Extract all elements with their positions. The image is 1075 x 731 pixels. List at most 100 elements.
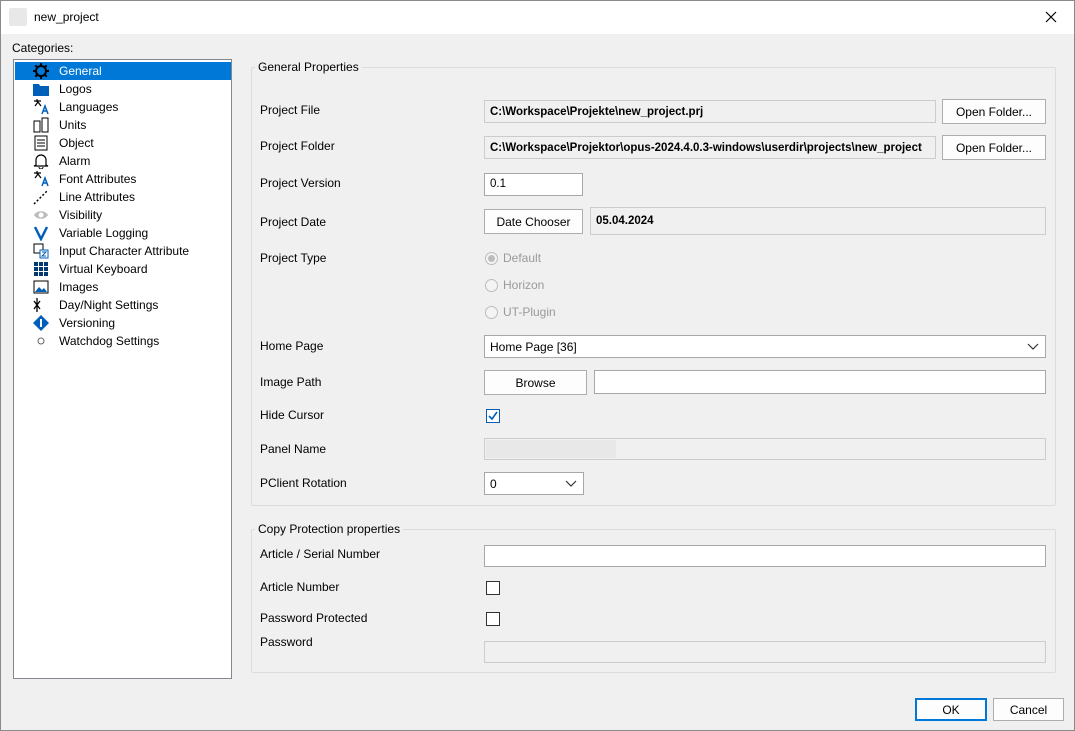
category-label: Languages — [59, 100, 119, 114]
category-label: Line Attributes — [59, 190, 136, 204]
category-watchdog-settings[interactable]: Watchdog Settings — [15, 332, 231, 350]
home-page-label: Home Page — [260, 339, 324, 353]
cancel-button[interactable]: Cancel — [993, 698, 1064, 721]
translate-icon — [34, 99, 49, 115]
close-icon — [1045, 11, 1057, 23]
category-day-night-settings[interactable]: Day/Night Settings — [15, 296, 231, 314]
category-virtual-keyboard[interactable]: Virtual Keyboard — [15, 260, 231, 278]
project-type-default-radio[interactable] — [485, 252, 498, 265]
project-type-default-label: Default — [503, 251, 542, 265]
category-input-character-attribute[interactable]: Input Character Attribute — [15, 242, 231, 260]
open-project-file-folder-button[interactable]: Open Folder... — [942, 99, 1046, 124]
categories-list[interactable]: General Logos Languages Units Object Ala… — [13, 59, 232, 679]
units-icon — [33, 117, 49, 133]
dotted-line-icon — [33, 189, 49, 205]
project-type-ut-plugin-radio[interactable] — [485, 306, 498, 319]
password-field — [484, 641, 1046, 663]
article-serial-label: Article / Serial Number — [260, 547, 381, 561]
project-folder-label: Project Folder — [260, 139, 335, 153]
project-file-label: Project File — [260, 103, 321, 117]
category-label: Versioning — [59, 316, 116, 330]
checkmark-icon — [488, 411, 498, 421]
password-label: Password — [260, 635, 313, 649]
category-images[interactable]: Images — [15, 278, 231, 296]
category-units[interactable]: Units — [15, 116, 231, 134]
project-type-ut-plugin-label: UT-Plugin — [503, 305, 556, 319]
keyboard-icon — [34, 262, 48, 276]
categories-label: Categories: — [12, 41, 74, 55]
home-page-select[interactable]: Home Page [36] — [484, 335, 1046, 358]
category-label: Variable Logging — [59, 226, 149, 240]
project-type-horizon-label: Horizon — [503, 278, 545, 292]
chevron-down-icon — [1027, 343, 1039, 350]
category-label: Day/Night Settings — [59, 298, 159, 312]
image-path-label: Image Path — [260, 375, 322, 389]
category-label: Object — [59, 136, 94, 150]
project-date-field: 05.04.2024 — [590, 207, 1046, 235]
category-general[interactable]: General — [15, 62, 231, 80]
category-object[interactable]: Object — [15, 134, 231, 152]
date-chooser-button[interactable]: Date Chooser — [484, 209, 583, 234]
project-properties-dialog: new_project Categories: General Logos La… — [0, 0, 1075, 731]
ok-button[interactable]: OK — [915, 698, 987, 721]
day-night-icon — [33, 298, 45, 312]
v-icon — [33, 226, 49, 241]
bell-icon — [33, 154, 49, 169]
password-protected-label: Password Protected — [260, 611, 368, 625]
panel-name-label: Panel Name — [260, 442, 327, 456]
chevron-down-icon — [565, 480, 577, 487]
font-icon — [34, 171, 49, 187]
copy-protection-legend: Copy Protection properties — [255, 522, 404, 536]
close-button[interactable] — [1034, 5, 1068, 29]
image-icon — [33, 280, 49, 294]
category-logos[interactable]: Logos — [15, 80, 231, 98]
category-languages[interactable]: Languages — [15, 98, 231, 116]
project-file-field: C:\Workspace\Projekte\new_project.prj — [484, 100, 936, 123]
dot-icon — [37, 337, 45, 345]
home-page-value: Home Page [36] — [490, 340, 577, 354]
category-label: Units — [59, 118, 87, 132]
input-char-icon — [33, 243, 49, 259]
document-icon — [34, 135, 48, 151]
browse-button[interactable]: Browse — [484, 370, 587, 395]
password-protected-checkbox[interactable] — [486, 612, 500, 626]
pclient-rotation-label: PClient Rotation — [260, 476, 347, 490]
project-type-horizon-radio[interactable] — [485, 279, 498, 292]
category-label: Input Character Attribute — [59, 244, 190, 258]
general-properties-legend: General Properties — [255, 60, 362, 74]
gear-icon — [33, 63, 49, 79]
category-label: Font Attributes — [59, 172, 137, 186]
category-alarm[interactable]: Alarm — [15, 152, 231, 170]
category-versioning[interactable]: Versioning — [15, 314, 231, 332]
article-number-label: Article Number — [260, 580, 340, 594]
category-font-attributes[interactable]: Font Attributes — [15, 170, 231, 188]
category-label: Virtual Keyboard — [59, 262, 148, 276]
category-variable-logging[interactable]: Variable Logging — [15, 224, 231, 242]
article-serial-input[interactable] — [484, 545, 1046, 567]
title-bar: new_project — [1, 1, 1074, 34]
category-label: Visibility — [59, 208, 103, 222]
category-label: General — [59, 64, 102, 78]
window-title: new_project — [34, 10, 99, 24]
category-label: Logos — [59, 82, 92, 96]
app-icon — [9, 8, 27, 26]
pclient-rotation-select[interactable]: 0 — [484, 472, 584, 495]
hide-cursor-checkbox[interactable] — [486, 409, 500, 423]
pclient-rotation-value: 0 — [490, 477, 497, 491]
category-label: Images — [59, 280, 99, 294]
eye-icon — [34, 211, 48, 219]
category-label: Alarm — [59, 154, 91, 168]
project-version-label: Project Version — [260, 176, 341, 190]
project-type-label: Project Type — [260, 251, 327, 265]
folder-icon — [33, 84, 49, 96]
panel-name-field — [484, 438, 1046, 460]
open-project-folder-button[interactable]: Open Folder... — [942, 135, 1046, 160]
category-label: Watchdog Settings — [59, 334, 160, 348]
image-path-input[interactable] — [594, 370, 1046, 394]
category-line-attributes[interactable]: Line Attributes — [15, 188, 231, 206]
article-number-checkbox[interactable] — [486, 581, 500, 595]
project-version-input[interactable]: 0.1 — [484, 173, 583, 196]
category-visibility[interactable]: Visibility — [15, 206, 231, 224]
project-date-label: Project Date — [260, 215, 327, 229]
versioning-icon — [33, 315, 49, 331]
